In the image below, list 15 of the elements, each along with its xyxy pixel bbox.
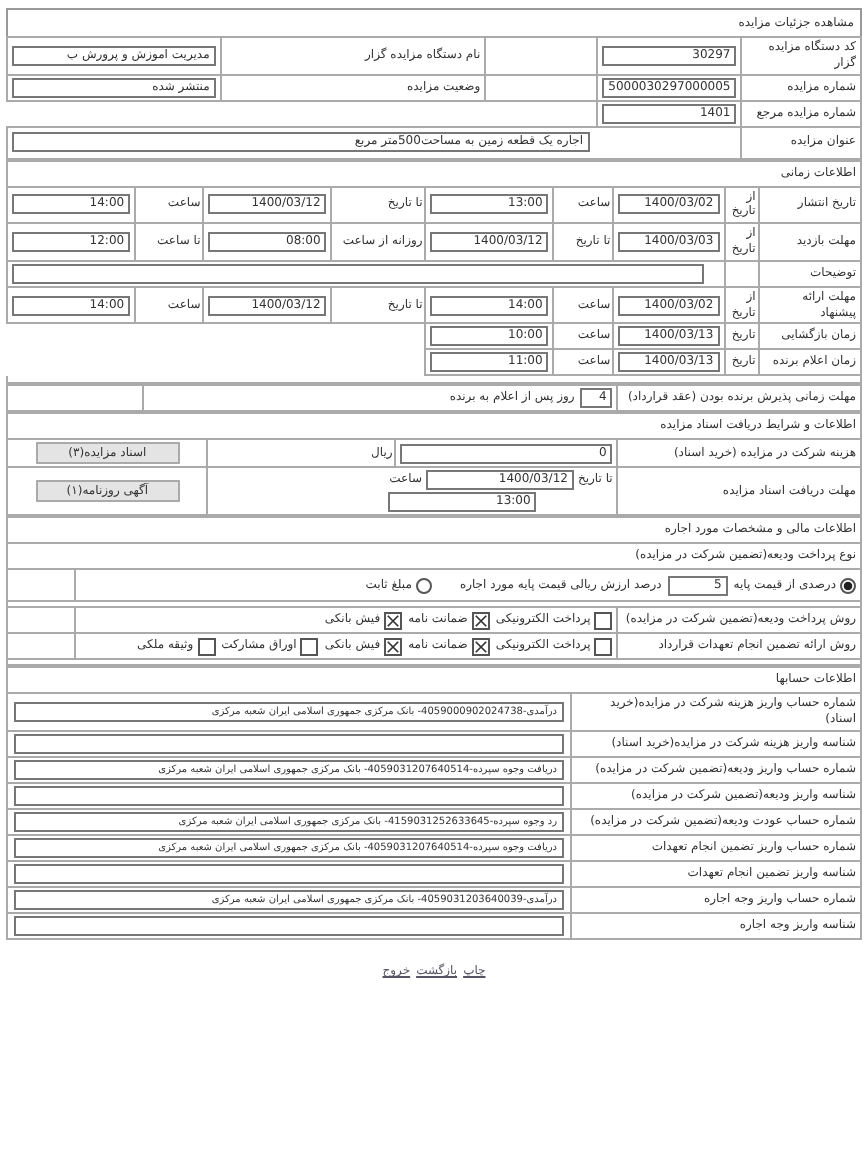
checkbox[interactable] — [471, 611, 490, 630]
radio-button[interactable] — [415, 577, 432, 594]
checkbox[interactable] — [197, 637, 216, 656]
checkbox[interactable] — [384, 637, 403, 656]
text-field[interactable] — [12, 263, 704, 284]
checkbox[interactable] — [594, 611, 613, 630]
text-field[interactable] — [14, 915, 564, 936]
text-field[interactable] — [14, 785, 564, 806]
text-field[interactable] — [14, 733, 564, 754]
radio-button[interactable] — [840, 577, 856, 594]
checkbox[interactable] — [594, 637, 613, 656]
text-field[interactable] — [14, 863, 564, 884]
checkbox[interactable] — [300, 637, 319, 656]
checkbox[interactable] — [471, 637, 490, 656]
checkbox[interactable] — [384, 611, 403, 630]
